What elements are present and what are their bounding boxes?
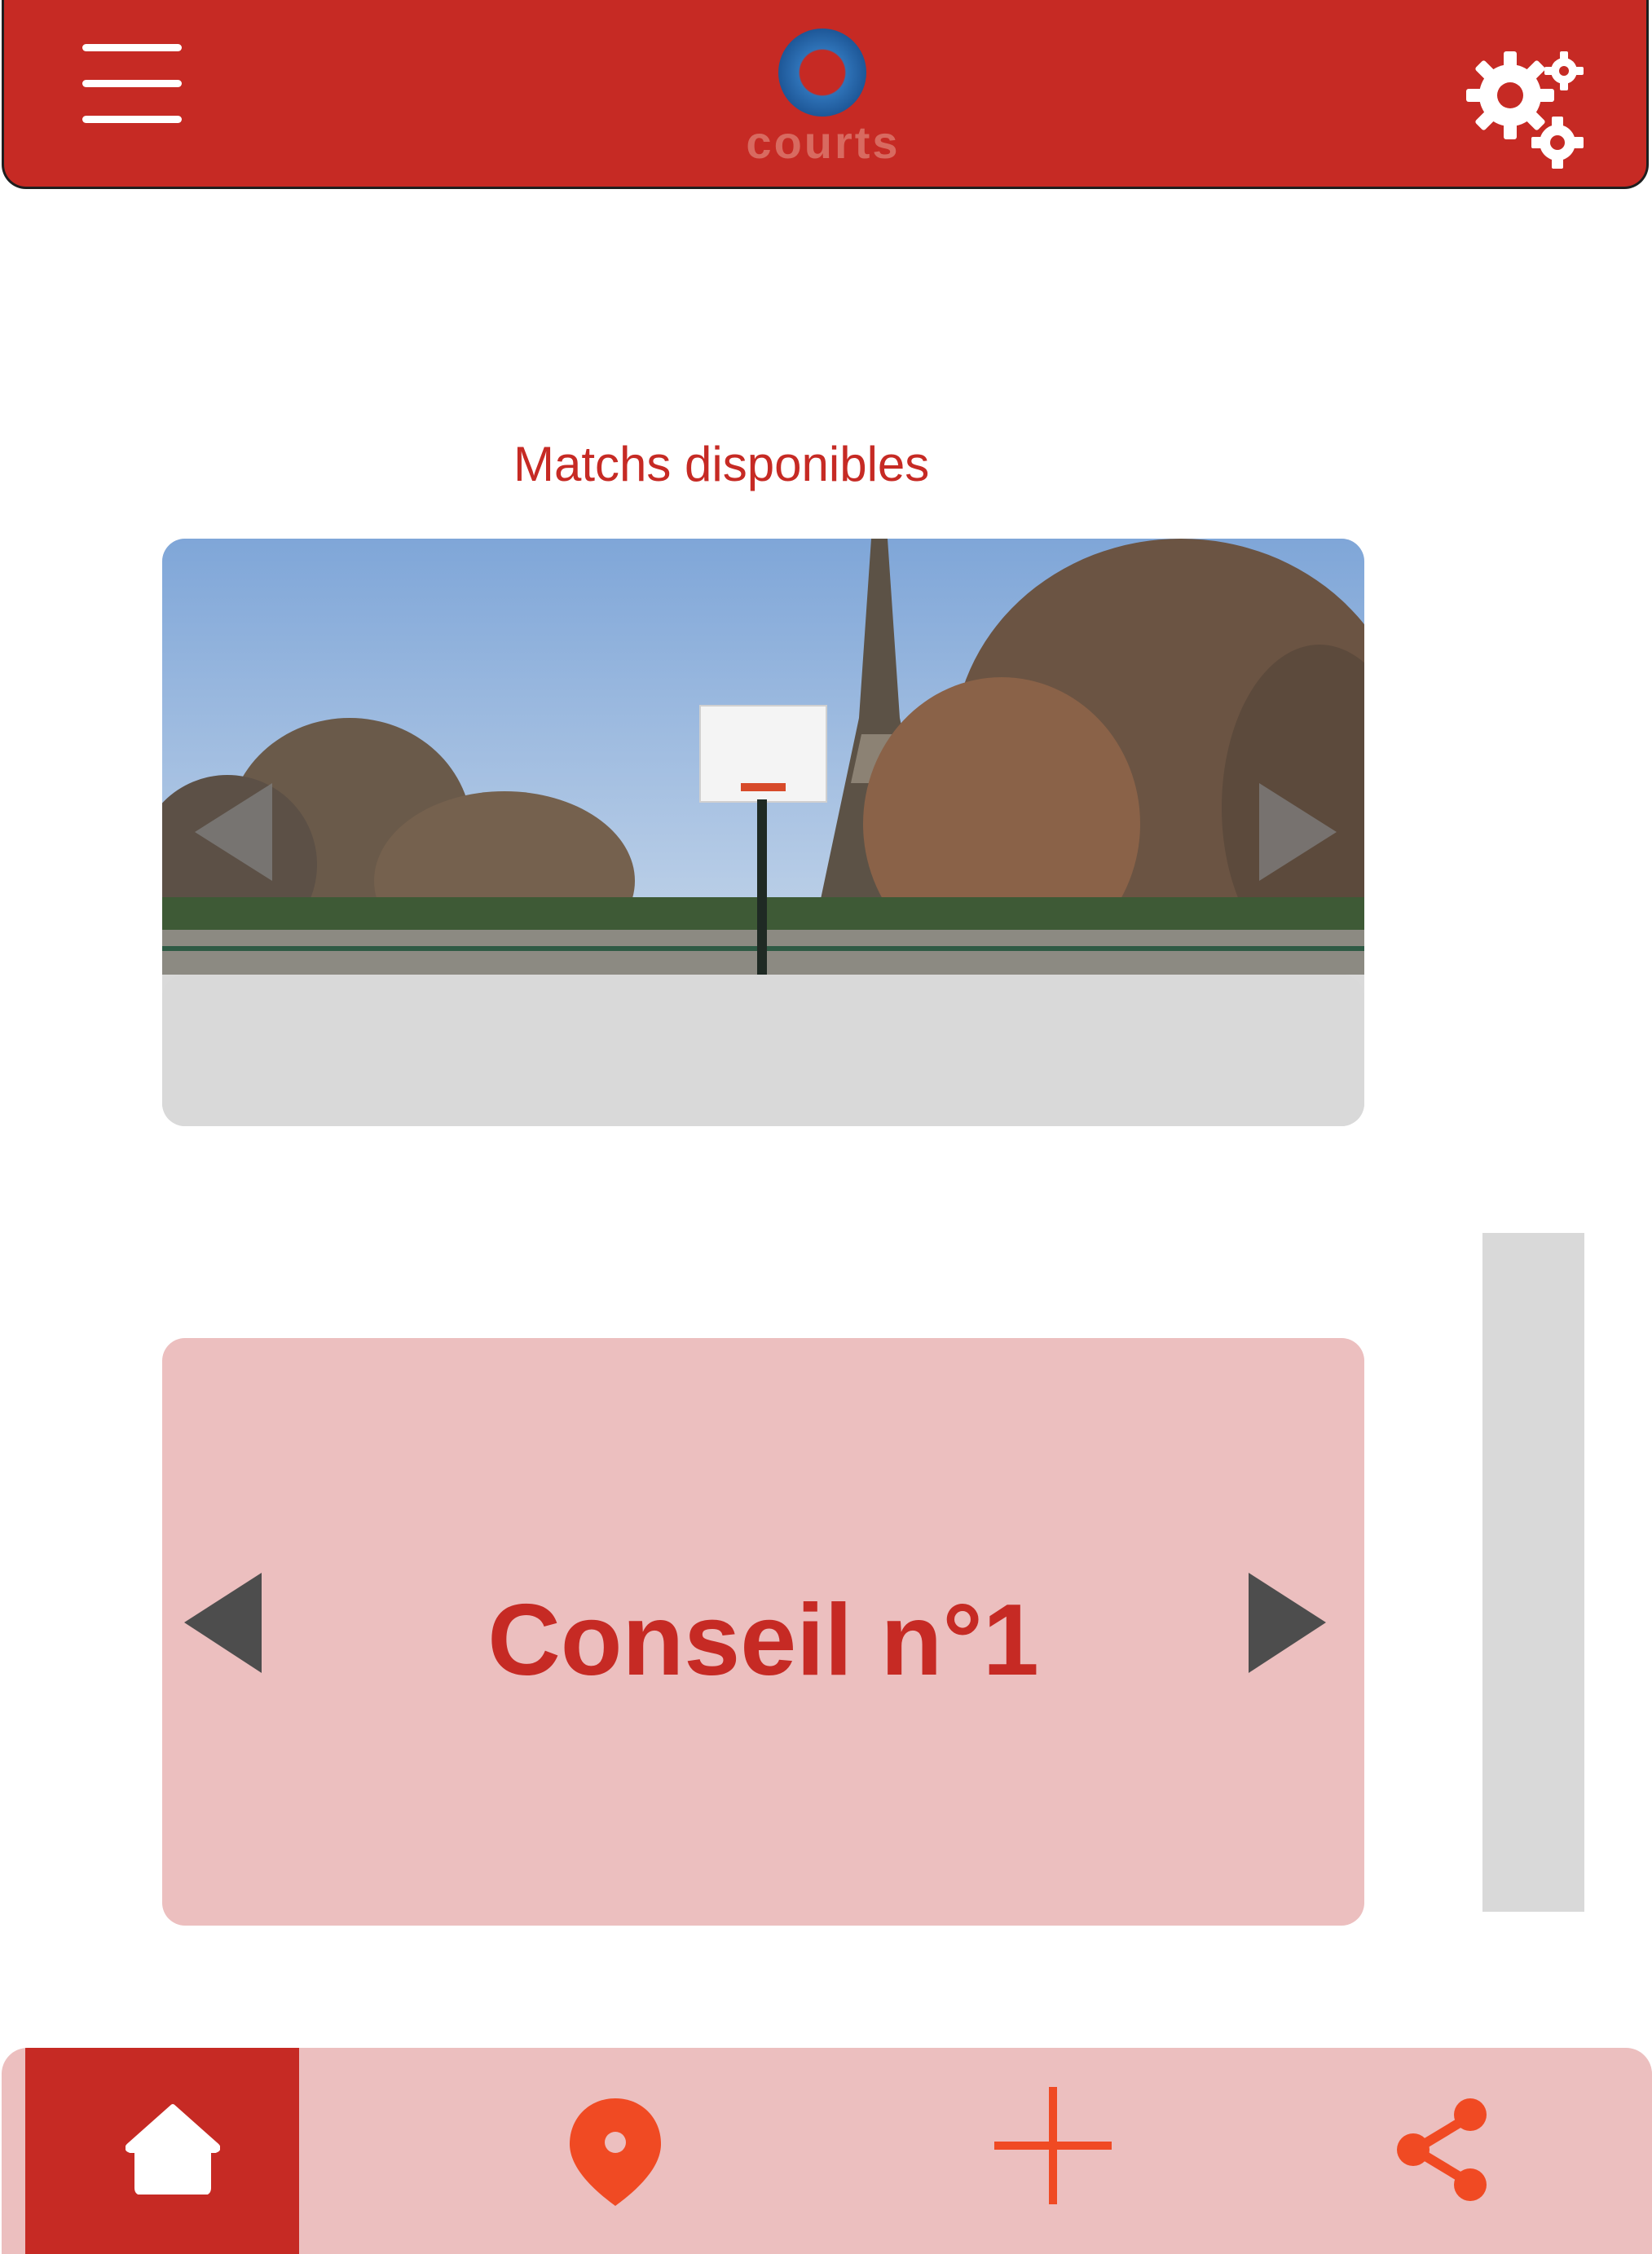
court-photo xyxy=(162,539,1364,975)
section-title-matchs: Matchs disponibles xyxy=(513,437,930,491)
chevron-left-icon[interactable] xyxy=(195,783,272,881)
app-header: courts xyxy=(2,0,1649,189)
nav-share[interactable] xyxy=(1304,2048,1581,2254)
tip-carousel-card[interactable]: Conseil n°1 xyxy=(162,1338,1364,1926)
hamburger-menu-icon xyxy=(82,44,182,51)
app-logo: courts xyxy=(713,24,933,171)
map-pin-icon xyxy=(570,2098,661,2206)
nav-map[interactable] xyxy=(477,2048,754,2254)
tip-title: Conseil n°1 xyxy=(487,1584,1039,1697)
plus-icon xyxy=(994,2087,1112,2204)
match-carousel-card[interactable] xyxy=(162,539,1364,1126)
menu-button[interactable] xyxy=(82,44,182,123)
nav-home[interactable] xyxy=(25,2048,299,2254)
home-icon xyxy=(126,2104,220,2195)
match-info-placeholder xyxy=(162,975,1364,1126)
bottom-nav xyxy=(2,2048,1652,2254)
share-icon xyxy=(1397,2098,1487,2201)
chevron-right-icon[interactable] xyxy=(1249,1573,1326,1673)
chevron-right-icon[interactable] xyxy=(1259,783,1337,881)
gears-icon xyxy=(1466,51,1584,169)
nav-add[interactable] xyxy=(914,2048,1192,2254)
logo-ball-icon xyxy=(778,29,866,117)
chevron-left-icon[interactable] xyxy=(184,1573,262,1673)
settings-button[interactable] xyxy=(1463,45,1593,175)
logo-text: courts xyxy=(746,117,901,168)
scrollbar[interactable] xyxy=(1482,1233,1584,1912)
